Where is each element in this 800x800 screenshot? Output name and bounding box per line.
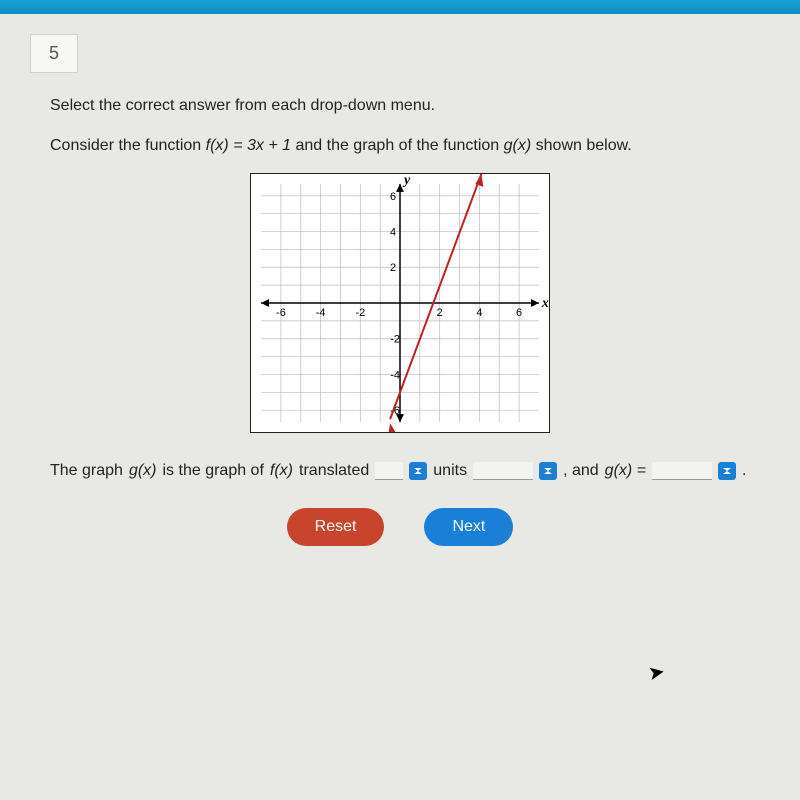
prompt-mid: and the graph of the function — [291, 137, 504, 154]
prompt-func-g: g(x) — [504, 137, 532, 154]
dropdown-direction[interactable] — [473, 462, 557, 480]
instruction-text: Select the correct answer from each drop… — [50, 97, 750, 115]
svg-text:2: 2 — [437, 307, 443, 319]
dropdown-blank — [375, 462, 403, 480]
prompt-suffix: shown below. — [531, 137, 632, 154]
svg-text:4: 4 — [390, 227, 396, 239]
chevron-down-icon[interactable] — [539, 462, 557, 480]
chevron-down-icon[interactable] — [409, 462, 427, 480]
question-number-tab: 5 — [30, 34, 78, 73]
fill-gx-eq: g(x) = — [605, 462, 646, 480]
fill-units-word: units — [433, 462, 467, 480]
main-content: 5 Select the correct answer from each dr… — [0, 14, 800, 546]
svg-text:6: 6 — [390, 191, 396, 203]
svg-text:-4: -4 — [316, 307, 326, 319]
prompt-prefix: Consider the function — [50, 137, 206, 154]
cursor-pointer-icon: ➤ — [646, 659, 667, 687]
chevron-down-icon[interactable] — [718, 462, 736, 480]
fill-mid2: translated — [299, 462, 369, 480]
reset-button[interactable]: Reset — [287, 508, 385, 546]
header-bar — [0, 0, 800, 14]
dropdown-gx-expression[interactable] — [652, 462, 736, 480]
line-g-of-x — [390, 174, 481, 419]
question-number: 5 — [49, 43, 59, 63]
x-axis-label: x — [541, 296, 549, 311]
svg-text:2: 2 — [390, 262, 396, 274]
svg-text:-4: -4 — [390, 369, 400, 381]
svg-text:-2: -2 — [390, 334, 400, 346]
fill-and: , and — [563, 462, 599, 480]
dropdown-blank — [473, 462, 533, 480]
svg-text:-2: -2 — [355, 307, 365, 319]
question-card: Select the correct answer from each drop… — [30, 91, 770, 546]
fill-period: . — [742, 462, 746, 480]
dropdown-units-count[interactable] — [375, 462, 427, 480]
prompt-text: Consider the function f(x) = 3x + 1 and … — [50, 137, 750, 155]
graph-container: x y -6-4-2 246 642 -2-4-6 — [50, 173, 750, 438]
fill-prefix: The graph — [50, 462, 123, 480]
button-row: Reset Next — [50, 508, 750, 546]
answer-sentence: The graph g(x) is the graph of f(x) tran… — [50, 462, 750, 480]
y-axis-label: y — [402, 173, 411, 188]
next-button[interactable]: Next — [424, 508, 513, 546]
fill-fx: f(x) — [270, 462, 293, 480]
fill-mid1: is the graph of — [163, 462, 264, 480]
svg-text:4: 4 — [476, 307, 482, 319]
dropdown-blank — [652, 462, 712, 480]
fill-gx: g(x) — [129, 462, 157, 480]
prompt-func-f: f(x) = 3x + 1 — [206, 137, 291, 154]
svg-text:6: 6 — [516, 307, 522, 319]
svg-text:-6: -6 — [276, 307, 286, 319]
graph-plot: x y -6-4-2 246 642 -2-4-6 — [250, 173, 550, 433]
